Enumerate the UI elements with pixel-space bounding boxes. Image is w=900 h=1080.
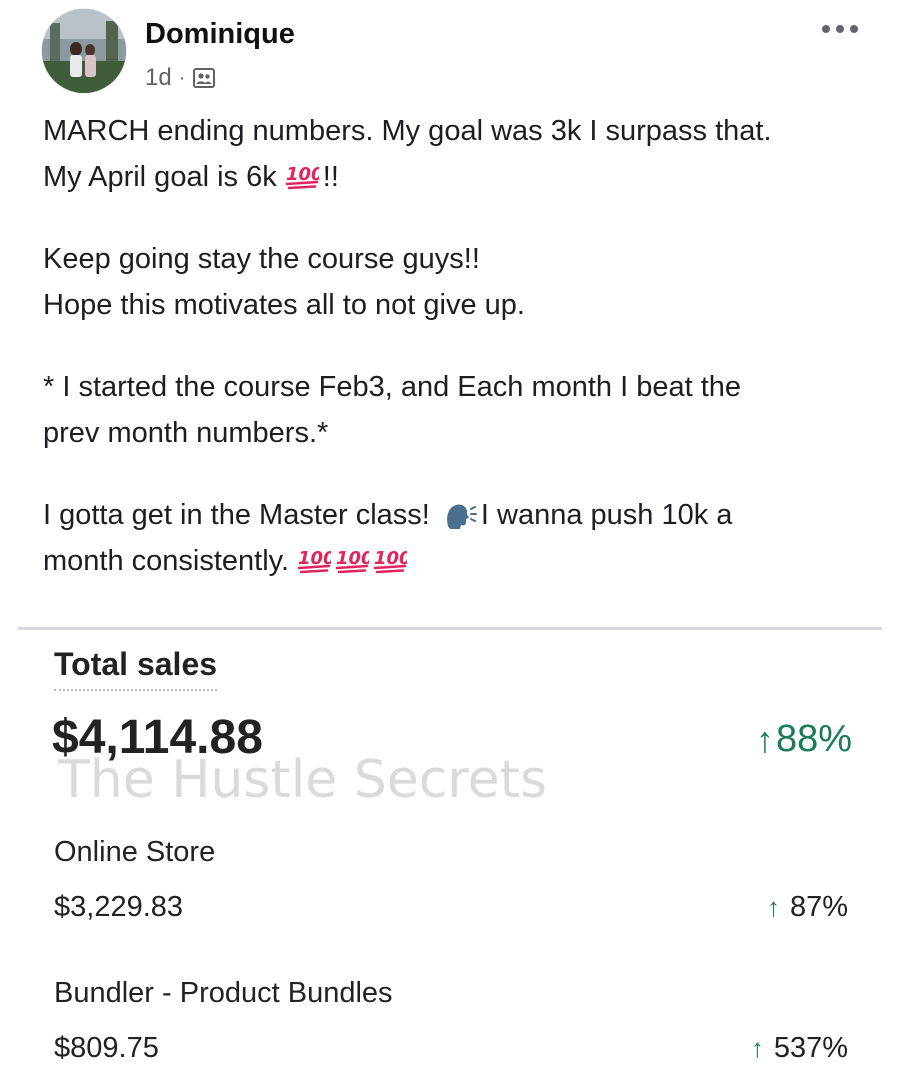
group-icon (192, 66, 216, 90)
speaking-head-icon (447, 504, 477, 529)
post-line: prev month numbers.* (43, 417, 329, 449)
post-line: month consistently. 100100100 (43, 538, 873, 584)
avatar-photo (42, 9, 126, 93)
post-paragraph: * I started the course Feb3, and Each mo… (43, 364, 873, 456)
facebook-post: Dominique 1d · MARCH ending numbers. My … (0, 0, 900, 1080)
author-name[interactable]: Dominique (145, 18, 295, 51)
post-line: Hope this motivates all to not give up. (43, 289, 525, 321)
post-paragraph: MARCH ending numbers. My goal was 3k I s… (43, 108, 873, 200)
arrow-up-icon: ↑ (766, 892, 780, 922)
arrow-up-icon: ↑ (750, 1033, 764, 1063)
total-sales-change: ↑ 88% (756, 718, 852, 761)
avatar[interactable] (42, 9, 126, 93)
post-meta: 1d · (145, 63, 216, 93)
hundred-points-icon: 100 (335, 548, 369, 574)
post-line-text: My April goal is 6k (43, 161, 285, 193)
post-line: My April goal is 6k 100!! (43, 154, 873, 200)
sales-channel-change-value: 87% (789, 891, 848, 923)
post-text: MARCH ending numbers. My goal was 3k I s… (43, 108, 873, 584)
more-options-icon (822, 25, 858, 33)
arrow-up-icon: ↑ (755, 718, 774, 760)
sales-screenshot[interactable]: Total sales $4,114.88 ↑ 88% The Hustle S… (18, 627, 882, 1080)
sales-channel-change: ↑ 87% (767, 891, 848, 924)
post-line-text: !! (322, 161, 339, 193)
meta-separator: · (178, 66, 186, 89)
more-options-button[interactable] (815, 14, 865, 44)
post-line: * I started the course Feb3, and Each mo… (43, 371, 742, 403)
hundred-points-icon: 100 (373, 548, 407, 574)
hundred-points-icon: 100 (285, 164, 319, 190)
hundred-points-icon: 100 (297, 548, 331, 574)
post-paragraph: I gotta get in the Master class! I wanna… (43, 492, 873, 584)
total-sales-label: Total sales (54, 646, 218, 691)
sales-channel-change-value: 537% (773, 1032, 848, 1064)
sales-channel-change: ↑ 537% (751, 1032, 848, 1065)
sales-channel-value: $809.75 (54, 1032, 159, 1064)
post-line-text: I wanna push 10k a (480, 499, 733, 531)
total-sales-value: $4,114.88 (52, 711, 263, 764)
post-time[interactable]: 1d (145, 64, 172, 92)
post-line: MARCH ending numbers. My goal was 3k I s… (43, 115, 772, 147)
post-line-text: month consistently. (43, 545, 298, 577)
sales-channel-label: Online Store (54, 836, 216, 868)
total-change-value: 88% (775, 718, 852, 760)
sales-channel-value: $3,229.83 (54, 891, 184, 923)
post-line-text: I gotta get in the Master class! (43, 499, 438, 531)
post-paragraph: Keep going stay the course guys!! Hope t… (43, 236, 873, 328)
post-line: Keep going stay the course guys!! (43, 243, 480, 275)
sales-channel-label: Bundler - Product Bundles (54, 977, 393, 1009)
post-line: I gotta get in the Master class! I wanna… (43, 492, 873, 538)
